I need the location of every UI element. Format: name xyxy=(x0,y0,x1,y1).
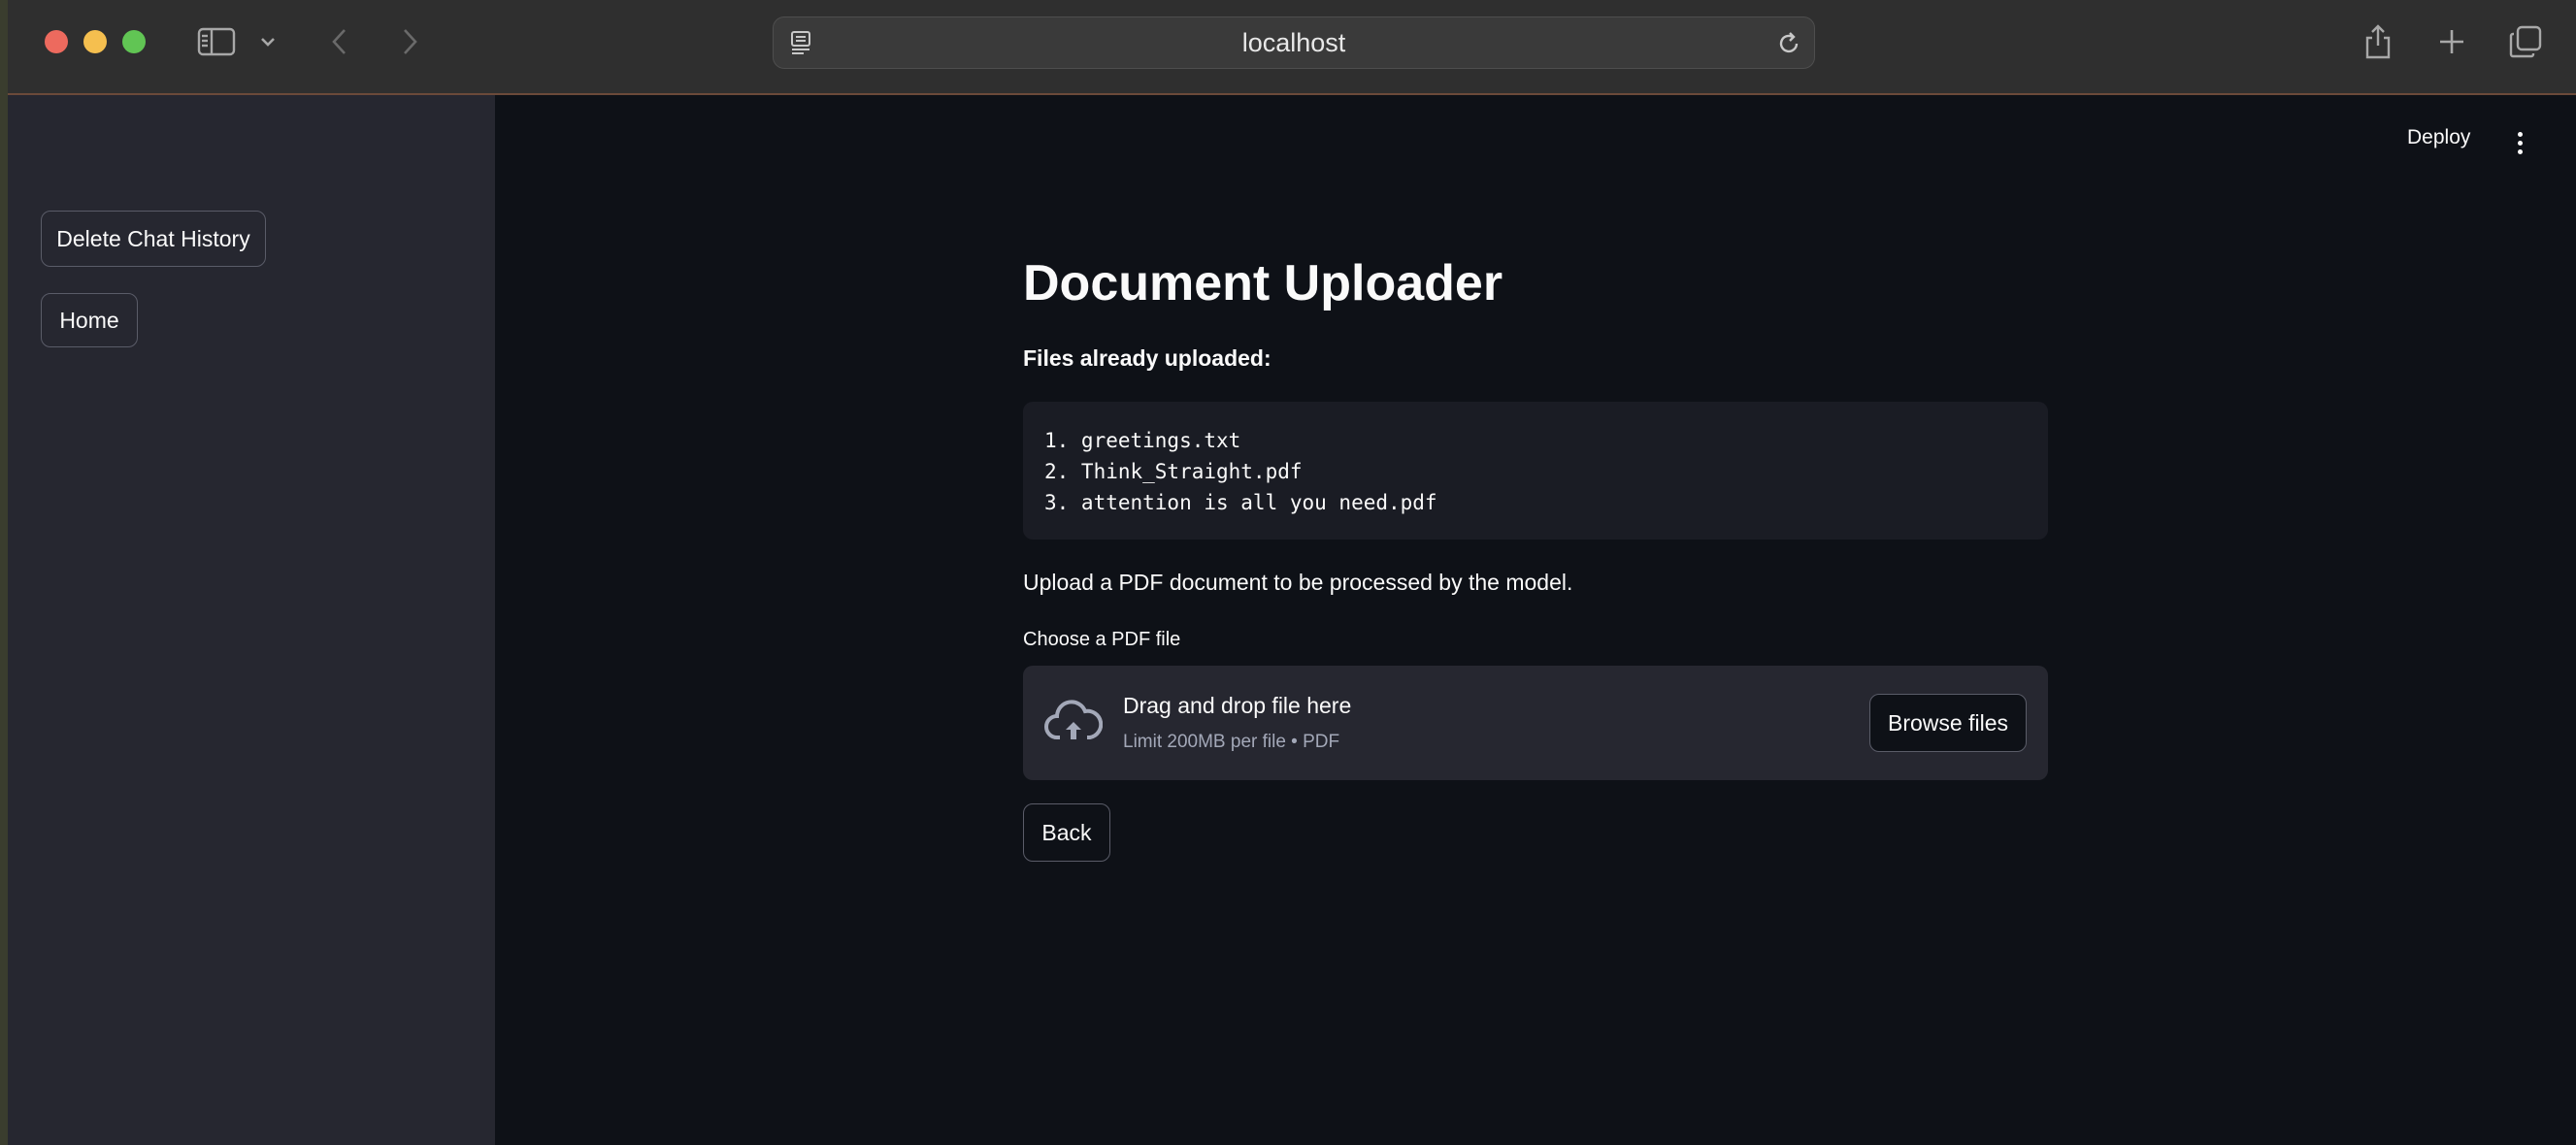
browse-files-button[interactable]: Browse files xyxy=(1869,694,2027,752)
browser-toolbar: localhost xyxy=(8,0,2576,95)
uploader-label: Choose a PDF file xyxy=(1023,629,1181,650)
address-bar[interactable]: localhost xyxy=(773,16,1815,69)
delete-chat-history-button[interactable]: Delete Chat History xyxy=(41,211,266,267)
plus-icon[interactable] xyxy=(2430,21,2473,62)
sidebar-icon[interactable] xyxy=(192,21,241,62)
browser-window: localhost Delete Chat History Home Deplo… xyxy=(0,0,2576,1145)
file-list-item: 2. Think_Straight.pdf xyxy=(1044,460,1303,483)
close-window-button[interactable] xyxy=(45,30,68,53)
upload-description: Upload a PDF document to be processed by… xyxy=(1023,570,1573,595)
desktop-edge xyxy=(0,0,8,1145)
uploaded-files-code-block: 1. greetings.txt 2. Think_Straight.pdf 3… xyxy=(1023,402,2048,540)
dropzone-title: Drag and drop file here xyxy=(1123,693,1352,718)
dropzone-limit: Limit 200MB per file • PDF xyxy=(1123,732,1340,752)
app-sidebar: Delete Chat History Home xyxy=(8,95,495,1145)
file-dropzone[interactable]: Drag and drop file here Limit 200MB per … xyxy=(1023,666,2048,780)
tab-overview-icon[interactable] xyxy=(2504,21,2547,62)
files-heading: Files already uploaded: xyxy=(1023,345,1271,371)
chevron-down-icon[interactable] xyxy=(255,21,281,62)
home-button[interactable]: Home xyxy=(41,293,138,347)
share-icon[interactable] xyxy=(2357,21,2399,62)
reload-icon[interactable] xyxy=(1775,30,1802,57)
chevron-left-icon[interactable] xyxy=(320,21,359,62)
file-list-item: 1. greetings.txt xyxy=(1044,429,1241,452)
back-button[interactable]: Back xyxy=(1023,803,1110,862)
zoom-window-button[interactable] xyxy=(122,30,146,53)
deploy-button[interactable]: Deploy xyxy=(2407,126,2470,149)
file-list-item: 3. attention is all you need.pdf xyxy=(1044,491,1437,514)
cloud-upload-icon xyxy=(1044,699,1104,747)
minimize-window-button[interactable] xyxy=(83,30,107,53)
chevron-right-icon[interactable] xyxy=(390,21,429,62)
more-options-icon[interactable] xyxy=(2514,132,2526,159)
url-text: localhost xyxy=(1241,27,1346,57)
page-title: Document Uploader xyxy=(1023,255,1503,311)
